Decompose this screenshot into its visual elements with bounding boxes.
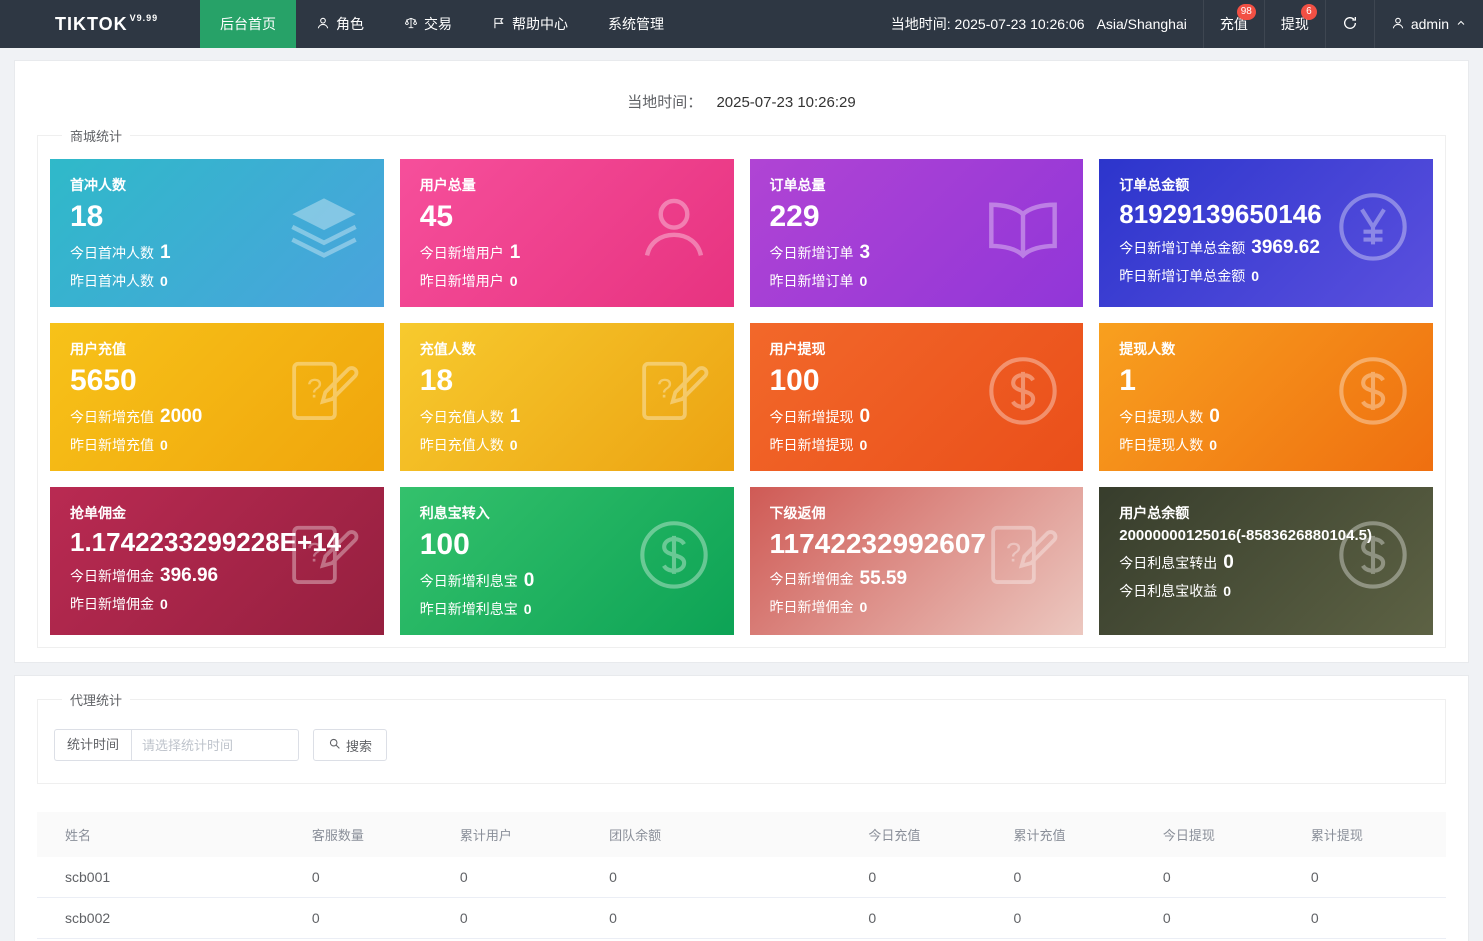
edit-icon: ?	[636, 353, 712, 429]
scale-icon	[404, 16, 418, 33]
user-icon	[636, 189, 712, 265]
dollar-icon	[985, 353, 1061, 429]
user-menu[interactable]: admin	[1374, 0, 1483, 48]
logo-version: V9.99	[130, 13, 159, 23]
stat-card-recharge-users: 充值人数 18 今日充值人数1 昨日充值人数0 ?	[400, 323, 734, 471]
recharge-button[interactable]: 充值 98	[1203, 0, 1264, 48]
dollar-icon	[1335, 353, 1411, 429]
stat-card-sub-rebate: 下级返佣 11742232992607 今日新增佣金55.59 昨日新增佣金0 …	[750, 487, 1084, 635]
svg-text:?: ?	[1006, 537, 1021, 568]
recharge-badge: 98	[1237, 4, 1256, 20]
nav-item-system[interactable]: 系统管理	[588, 0, 684, 48]
panel-time-label: 当地时间：	[627, 94, 702, 111]
table-header-row: 姓名 客服数量 累计用户 团队余额 今日充值 累计充值 今日提现 累计提现	[37, 812, 1446, 857]
table-header-today-recharge: 今日充值	[858, 812, 1003, 857]
svg-text:?: ?	[656, 373, 671, 404]
search-button[interactable]: 搜索	[313, 729, 387, 761]
svg-text:?: ?	[307, 537, 322, 568]
dollar-icon	[1335, 517, 1411, 593]
table-header-total-withdraw: 累计提现	[1301, 812, 1446, 857]
nav-item-role[interactable]: 角色	[296, 0, 384, 48]
svg-text:?: ?	[307, 373, 322, 404]
stat-card-user-recharge: 用户充值 5650 今日新增充值2000 昨日新增充值0 ?	[50, 323, 384, 471]
navbar-timezone: Asia/Shanghai	[1091, 0, 1203, 48]
panel-time-value: 2025-07-23 10:26:29	[716, 94, 855, 111]
yen-icon	[1335, 189, 1411, 265]
withdraw-badge: 6	[1301, 4, 1317, 20]
table-header-total-recharge: 累计充值	[1004, 812, 1153, 857]
stat-card-first-recharge-users: 首冲人数 18 今日首冲人数1 昨日首冲人数0	[50, 159, 384, 307]
layers-icon	[286, 189, 362, 265]
stats-cards-grid: 首冲人数 18 今日首冲人数1 昨日首冲人数0 用户总量 45 今日新增用户1 …	[50, 159, 1433, 635]
agent-filter-row: 统计时间 搜索	[50, 723, 1433, 771]
stats-panel: 当地时间： 2025-07-23 10:26:29 商城统计 首冲人数 18 今…	[14, 60, 1469, 663]
logo[interactable]: TIKTOK V9.99	[0, 0, 200, 48]
main-menu: 后台首页 角色 交易 帮助中心 系统管理	[200, 0, 684, 48]
top-navbar: TIKTOK V9.99 后台首页 角色 交易 帮助中心 系统管理 当地时间: …	[0, 0, 1483, 48]
stats-legend: 商城统计	[62, 126, 130, 145]
stat-card-withdraw-users: 提现人数 1 今日提现人数0 昨日提现人数0	[1099, 323, 1433, 471]
filter-time-input[interactable]	[131, 729, 299, 761]
table-header-name: 姓名	[37, 812, 302, 857]
edit-icon: ?	[985, 517, 1061, 593]
stat-card-interest-transfer-in: 利息宝转入 100 今日新增利息宝0 昨日新增利息宝0	[400, 487, 734, 635]
stat-card-total-user-balance: 用户总余额 20000000125016(-8583626880104.5) 今…	[1099, 487, 1433, 635]
stat-card-total-users: 用户总量 45 今日新增用户1 昨日新增用户0	[400, 159, 734, 307]
navbar-right: 当地时间: 2025-07-23 10:26:06 Asia/Shanghai …	[875, 0, 1483, 48]
stat-card-total-orders: 订单总量 229 今日新增订单3 昨日新增订单0	[750, 159, 1084, 307]
nav-item-dashboard[interactable]: 后台首页	[200, 0, 296, 48]
table-row: scb002 0 0 0 0 0 0 0	[37, 898, 1446, 939]
edit-icon: ?	[286, 353, 362, 429]
agent-legend: 代理统计	[62, 690, 130, 709]
stats-fieldset: 商城统计 首冲人数 18 今日首冲人数1 昨日首冲人数0 用户总量 45 今日新…	[37, 126, 1446, 648]
navbar-local-time: 当地时间: 2025-07-23 10:26:06	[875, 0, 1091, 48]
chevron-up-icon	[1455, 16, 1467, 32]
user-name: admin	[1411, 16, 1449, 32]
search-icon	[328, 737, 341, 753]
agent-fieldset: 代理统计 统计时间 搜索	[37, 690, 1446, 784]
filter-time-label: 统计时间	[54, 729, 131, 761]
table-header-total-users: 累计用户	[450, 812, 599, 857]
refresh-icon	[1342, 15, 1358, 34]
table-header-team-balance: 团队余额	[599, 812, 858, 857]
agent-panel: 代理统计 统计时间 搜索 姓名 客服数量 累计用户 团队余额 今日充值 累计充值…	[14, 675, 1469, 941]
stat-card-order-commission: 抢单佣金 1.1742233299228E+14 今日新增佣金396.96 昨日…	[50, 487, 384, 635]
agent-table: 姓名 客服数量 累计用户 团队余额 今日充值 累计充值 今日提现 累计提现 sc…	[37, 812, 1446, 941]
book-icon	[985, 189, 1061, 265]
stat-card-total-order-amount: 订单总金额 81929139650146 今日新增订单总金额3969.62 昨日…	[1099, 159, 1433, 307]
nav-item-help-center[interactable]: 帮助中心	[472, 0, 588, 48]
user-icon	[1391, 16, 1405, 33]
stat-card-user-withdraw: 用户提现 100 今日新增提现0 昨日新增提现0	[750, 323, 1084, 471]
panel-local-time: 当地时间： 2025-07-23 10:26:29	[37, 75, 1446, 126]
flag-icon	[492, 16, 506, 33]
refresh-button[interactable]	[1325, 0, 1374, 48]
logo-text: TIKTOK	[55, 14, 128, 35]
table-header-service-count: 客服数量	[302, 812, 450, 857]
table-row: scb001 0 0 0 0 0 0 0	[37, 857, 1446, 898]
user-icon	[316, 16, 330, 33]
nav-item-trade[interactable]: 交易	[384, 0, 472, 48]
edit-icon: ?	[286, 517, 362, 593]
dollar-icon	[636, 517, 712, 593]
withdraw-button[interactable]: 提现 6	[1264, 0, 1325, 48]
table-header-today-withdraw: 今日提现	[1153, 812, 1301, 857]
